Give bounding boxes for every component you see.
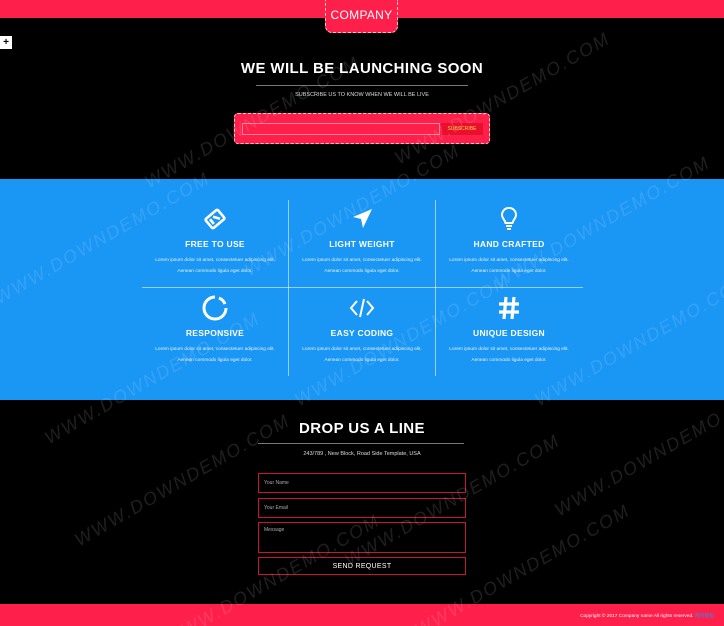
hashtag-icon	[495, 294, 523, 322]
hero-divider	[256, 85, 468, 86]
name-field[interactable]	[258, 473, 466, 493]
feature-description: Lorem ipsum dolor sit amet, consectetuer…	[449, 347, 569, 363]
feature-description: Lorem ipsum dolor sit amet, consectetuer…	[155, 258, 275, 274]
hero-title: WE WILL BE LAUNCHING SOON	[240, 60, 484, 77]
feature-title: FREE TO USE	[185, 239, 245, 249]
feature-description: Lorem ipsum dolor sit amet, consectetuer…	[449, 258, 569, 274]
code-brackets-icon	[348, 294, 376, 322]
company-logo[interactable]: COMPANY	[325, 0, 398, 33]
circle-loader-icon	[201, 294, 229, 322]
feature-responsive: RESPONSIVE Lorem ipsum dolor sit amet, c…	[142, 294, 288, 366]
feature-free-to-use: FREE TO USE Lorem ipsum dolor sit amet, …	[142, 205, 288, 277]
feature-title: EASY CODING	[330, 328, 394, 338]
footer-link[interactable]: 网页模板	[695, 614, 714, 619]
ticket-icon	[201, 205, 229, 233]
feature-description: Lorem ipsum dolor sit amet, consectetuer…	[302, 258, 422, 274]
feature-title: RESPONSIVE	[185, 328, 245, 338]
footer: Copyright © 2017 Company name All rights…	[0, 604, 724, 626]
feature-unique-design: UNIQUE DESIGN Lorem ipsum dolor sit amet…	[436, 294, 582, 366]
subscribe-form: SUBSCRIBE	[234, 113, 490, 144]
feature-hand-crafted: HAND CRAFTED Lorem ipsum dolor sit amet,…	[436, 205, 582, 277]
feature-description: Lorem ipsum dolor sit amet, consectetuer…	[155, 347, 275, 363]
message-field[interactable]	[258, 522, 466, 553]
copyright-text: Copyright © 2017 Company name All rights…	[580, 612, 714, 619]
features-section: FREE TO USE Lorem ipsum dolor sit amet, …	[0, 179, 724, 400]
email-field[interactable]	[258, 498, 466, 518]
plus-button[interactable]: +	[0, 36, 12, 49]
contact-title: DROP US A LINE	[299, 420, 425, 437]
feature-description: Lorem ipsum dolor sit amet, consectetuer…	[302, 347, 422, 363]
feature-title: LIGHT WEIGHT	[329, 239, 395, 249]
lightbulb-icon	[495, 205, 523, 233]
send-request-button[interactable]: SEND REQUEST	[258, 557, 466, 575]
hero-subtitle: SUBSCRIBE US TO KNOW WHEN WE WILL BE LIV…	[295, 92, 429, 98]
copyright-label: Copyright © 2017 Company name All rights…	[580, 614, 694, 619]
feature-title: HAND CRAFTED	[473, 239, 545, 249]
watermark-text: WWW.DOWNDEMO.COM	[391, 28, 614, 169]
grid-divider	[142, 287, 583, 288]
feature-easy-coding: EASY CODING Lorem ipsum dolor sit amet, …	[289, 294, 435, 366]
navigation-arrow-icon	[348, 205, 376, 233]
feature-light-weight: LIGHT WEIGHT Lorem ipsum dolor sit amet,…	[289, 205, 435, 277]
contact-address: 243/789 , New Block, Road Side Template,…	[303, 451, 421, 457]
subscribe-button[interactable]: SUBSCRIBE	[441, 123, 483, 135]
contact-divider	[258, 443, 464, 444]
subscribe-email-input[interactable]	[242, 123, 440, 135]
feature-title: UNIQUE DESIGN	[473, 328, 545, 338]
